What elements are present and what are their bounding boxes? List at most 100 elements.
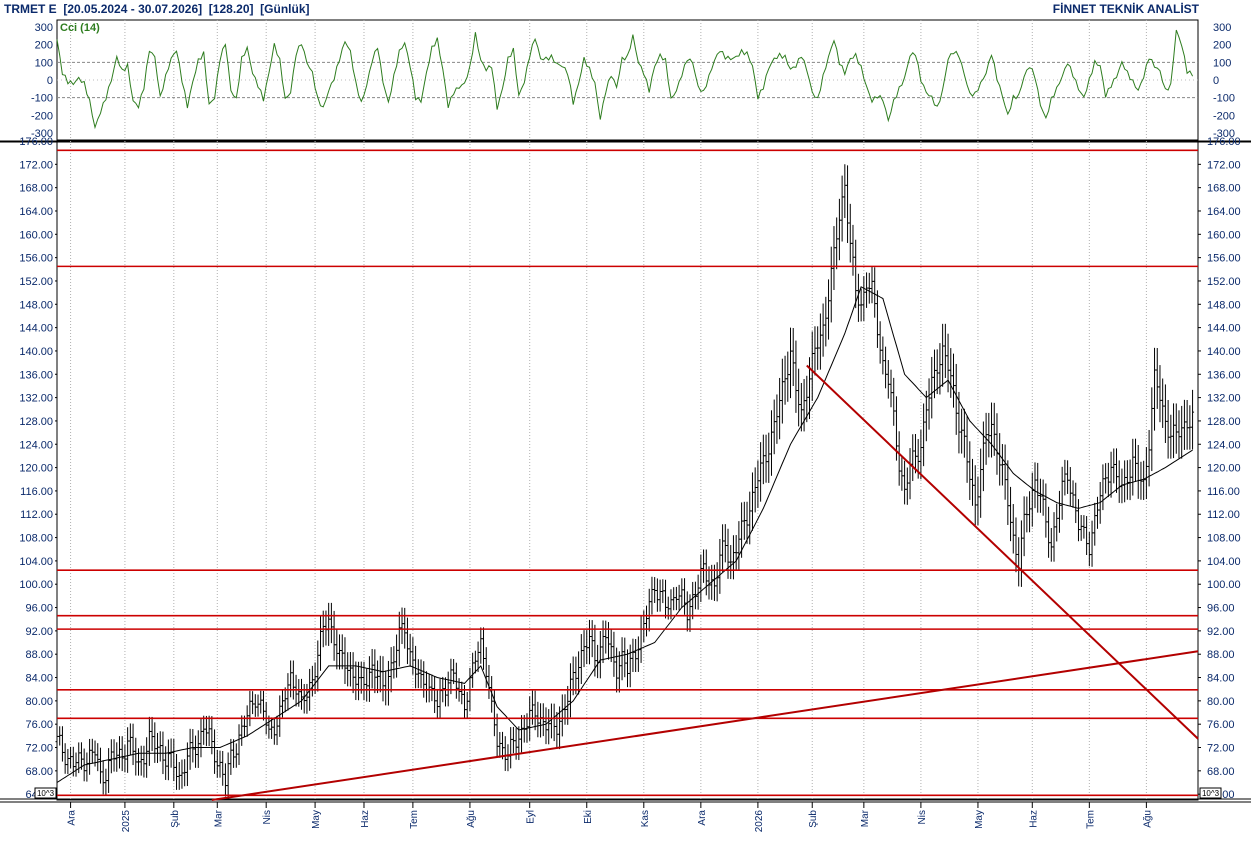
price-tick-label-left: 100.00 bbox=[19, 579, 53, 591]
price-tick-label-right: 160.00 bbox=[1207, 229, 1241, 241]
chart-canvas: 300 300200 200100 1000 0-100 -100-200 -200-300… bbox=[0, 19, 1251, 833]
price-tick-label-right: 80.00 bbox=[1207, 696, 1235, 708]
price-axis-labels: 176.00 176.00 172.00 172.00 168.00 168.00 164.… bbox=[19, 136, 1240, 801]
price-tick-label-left: 124.00 bbox=[19, 439, 53, 451]
x-tick-label: 2025 bbox=[121, 810, 132, 833]
cci-tick-label-left: -100 bbox=[31, 93, 53, 105]
cci-tick-label-right: 200 bbox=[1213, 40, 1231, 52]
cci-tick-label-right: -200 bbox=[1213, 110, 1235, 122]
price-tick-label-left: 144.00 bbox=[19, 323, 53, 335]
x-axis: Ara 2025 Şub Mar Nis May Haz Tem Ağu Eyl Eki Kas Ara… bbox=[67, 802, 1153, 833]
cci-tick-label-right: 300 bbox=[1213, 22, 1231, 34]
price-tick-label-right: 128.00 bbox=[1207, 416, 1241, 428]
cci-tick-label-left: 200 bbox=[35, 40, 53, 52]
price-tick-label-right: 176.00 bbox=[1207, 136, 1241, 148]
x-tick-label: Mar bbox=[213, 809, 224, 827]
price-tick-label-left: 176.00 bbox=[19, 136, 53, 148]
price-tick-label-left: 120.00 bbox=[19, 463, 53, 475]
price-tick-label-right: 100.00 bbox=[1207, 579, 1241, 591]
price-tick-label-right: 96.00 bbox=[1207, 603, 1235, 615]
price-tick-label-right: 92.00 bbox=[1207, 626, 1235, 638]
x-tick-label: Tem bbox=[1085, 810, 1096, 829]
x-tick-label: 2026 bbox=[754, 810, 765, 833]
price-tick-label-left: 160.00 bbox=[19, 229, 53, 241]
price-tick-label-left: 168.00 bbox=[19, 183, 53, 195]
x-tick-label: May bbox=[974, 810, 985, 829]
price-tick-label-right: 120.00 bbox=[1207, 463, 1241, 475]
moving-average-line bbox=[56, 286, 1193, 783]
price-tick-label-left: 72.00 bbox=[25, 743, 53, 755]
price-tick-label-right: 84.00 bbox=[1207, 673, 1235, 685]
price-tick-label-left: 108.00 bbox=[19, 533, 53, 545]
price-tick-label-left: 164.00 bbox=[19, 206, 53, 218]
scale-tag-right: 10^3 bbox=[1202, 789, 1220, 798]
panel-frames bbox=[0, 19, 1251, 803]
price-bars bbox=[55, 164, 1195, 797]
x-tick-label: Ara bbox=[67, 810, 78, 826]
price-tick-label-left: 140.00 bbox=[19, 346, 53, 358]
cci-tick-label-right: -100 bbox=[1213, 93, 1235, 105]
price-tick-label-right: 104.00 bbox=[1207, 556, 1241, 568]
price-tick-label-left: 156.00 bbox=[19, 253, 53, 265]
scale-tag-left: 10^3 bbox=[37, 789, 55, 798]
price-tick-label-left: 68.00 bbox=[25, 766, 53, 778]
price-tick-label-right: 140.00 bbox=[1207, 346, 1241, 358]
price-tick-label-right: 136.00 bbox=[1207, 369, 1241, 381]
x-tick-label: Şub bbox=[808, 810, 819, 828]
x-tick-label: Eyl bbox=[526, 810, 537, 824]
horizontal-levels bbox=[57, 149, 1198, 797]
trendline bbox=[211, 650, 1199, 801]
price-tick-label-left: 148.00 bbox=[19, 299, 53, 311]
trendline bbox=[806, 364, 1199, 740]
price-tick-label-left: 88.00 bbox=[25, 649, 53, 661]
price-tick-label-right: 112.00 bbox=[1207, 509, 1240, 521]
price-tick-label-left: 104.00 bbox=[19, 556, 53, 568]
cci-indicator bbox=[56, 29, 1194, 130]
price-tick-label-right: 168.00 bbox=[1207, 183, 1241, 195]
x-tick-label: Ağu bbox=[1142, 810, 1153, 828]
price-tick-label-right: 116.00 bbox=[1207, 486, 1240, 498]
price-tick-label-left: 172.00 bbox=[19, 159, 53, 171]
price-tick-label-left: 80.00 bbox=[25, 696, 53, 708]
price-tick-label-left: 136.00 bbox=[19, 369, 53, 381]
cci-tick-label-right: 0 bbox=[1213, 75, 1219, 87]
price-tick-label-left: 76.00 bbox=[25, 719, 53, 731]
x-tick-label: Eki bbox=[583, 810, 594, 824]
price-tick-label-left: 116.00 bbox=[20, 486, 53, 498]
x-tick-label: Mar bbox=[860, 809, 871, 827]
price-tick-label-left: 92.00 bbox=[25, 626, 53, 638]
price-tick-label-right: 164.00 bbox=[1207, 206, 1241, 218]
price-tick-label-right: 124.00 bbox=[1207, 439, 1241, 451]
x-tick-label: Tem bbox=[409, 810, 420, 829]
trendlines bbox=[211, 364, 1199, 801]
price-tick-label-right: 148.00 bbox=[1207, 299, 1241, 311]
price-tick-label-right: 108.00 bbox=[1207, 533, 1241, 545]
price-tick-label-right: 88.00 bbox=[1207, 649, 1235, 661]
price-tick-label-right: 172.00 bbox=[1207, 159, 1241, 171]
scale-tags: 10^3 10^3 bbox=[34, 787, 1222, 799]
cci-tick-label-right: 100 bbox=[1213, 57, 1231, 69]
price-frame bbox=[56, 140, 1199, 801]
cci-series-line bbox=[56, 29, 1194, 130]
cci-frame bbox=[56, 19, 1199, 141]
price-tick-label-left: 96.00 bbox=[25, 603, 53, 615]
price-tick-label-left: 132.00 bbox=[19, 393, 53, 405]
cci-tick-label-left: 100 bbox=[35, 57, 53, 69]
x-tick-label: Nis bbox=[262, 810, 273, 824]
price-tick-label-right: 72.00 bbox=[1207, 743, 1235, 755]
price-tick-label-right: 156.00 bbox=[1207, 253, 1241, 265]
cci-title: Cci (14) bbox=[60, 22, 100, 34]
cci-tick-label-left: -200 bbox=[31, 110, 53, 122]
price-tick-label-right: 68.00 bbox=[1207, 766, 1235, 778]
price-tick-label-left: 152.00 bbox=[19, 276, 53, 288]
x-tick-label: Ara bbox=[697, 810, 708, 826]
cci-axis-labels: 300 300200 200100 1000 0-100 -100-200 -200-300… bbox=[31, 22, 1235, 140]
cci-grid bbox=[57, 20, 1198, 140]
x-tick-label: Haz bbox=[1028, 810, 1039, 828]
moving-average bbox=[56, 286, 1193, 783]
price-grid bbox=[70, 141, 1147, 800]
price-tick-label-right: 152.00 bbox=[1207, 276, 1241, 288]
x-tick-label: Ağu bbox=[466, 810, 477, 828]
price-tick-label-right: 132.00 bbox=[1207, 393, 1241, 405]
cci-tick-label-left: 300 bbox=[35, 22, 53, 34]
